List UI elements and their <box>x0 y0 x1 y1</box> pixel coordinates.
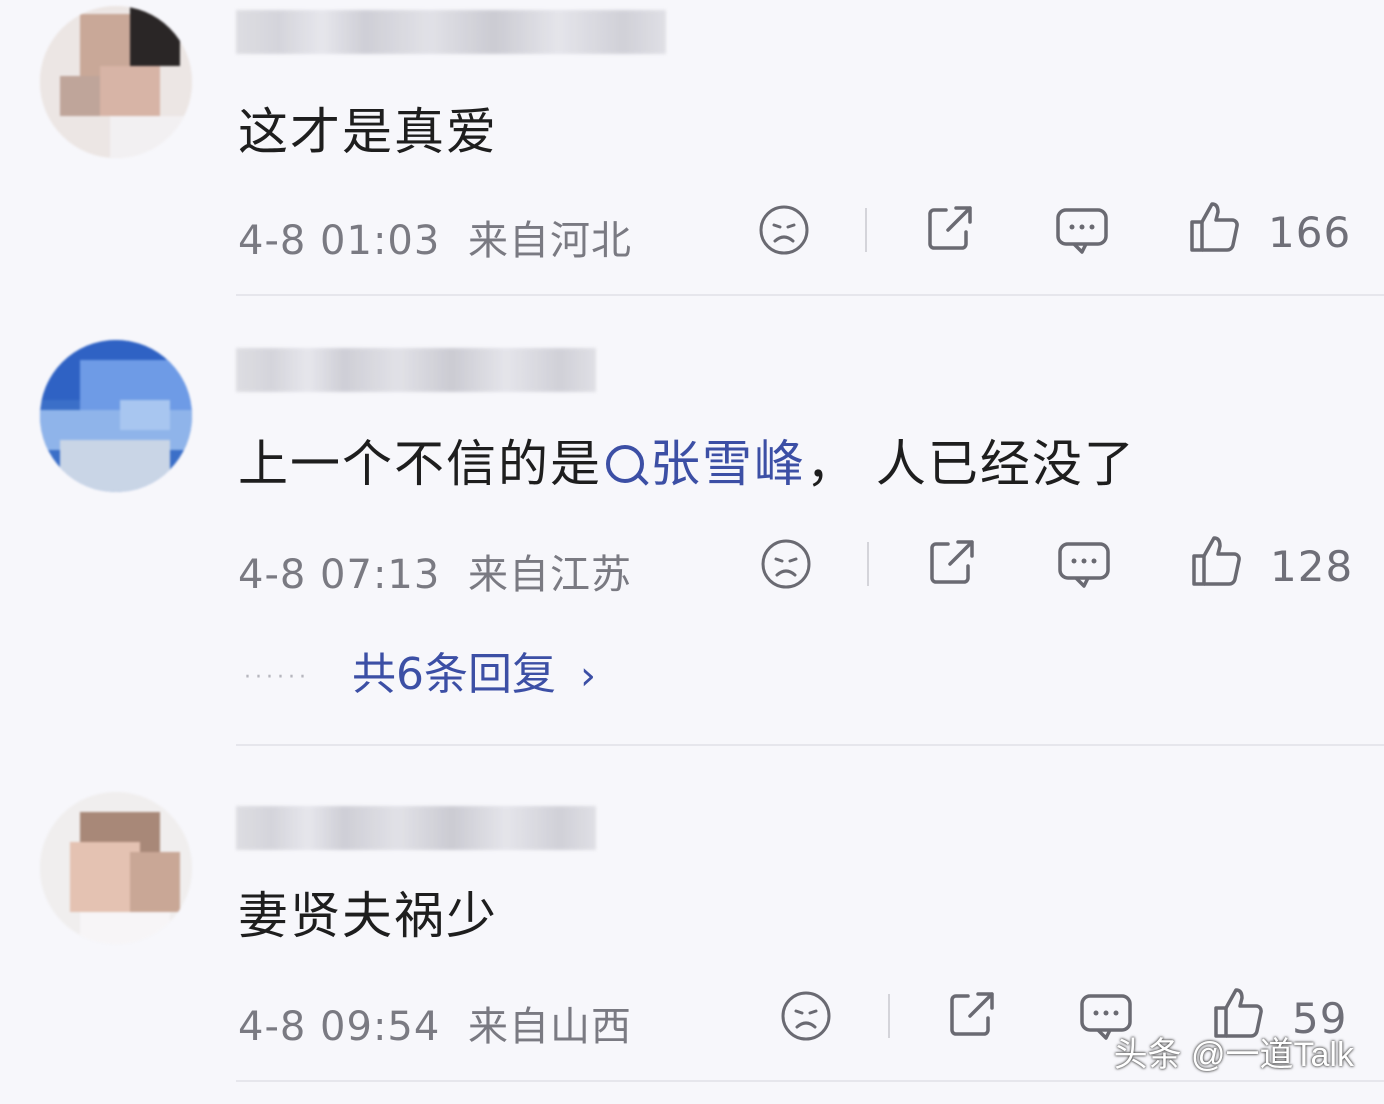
comment-meta: 4-8 09:54 来自山西 <box>238 994 632 1052</box>
comment-bubble-icon[interactable] <box>1056 536 1112 592</box>
sad-face-icon[interactable] <box>778 988 834 1044</box>
share-icon[interactable] <box>944 986 1000 1042</box>
comment-meta: 4-8 07:13 来自江苏 <box>238 542 632 600</box>
replies-label: 共6条回复 <box>351 649 556 700</box>
thumbs-up-icon[interactable] <box>1186 198 1242 254</box>
comment-text-suffix: ， 人已经没了 <box>806 435 1136 493</box>
comment-divider <box>236 1080 1384 1082</box>
comment-meta: 4-8 01:03 来自河北 <box>238 208 632 266</box>
comment-text-prefix: 上一个不信的是 <box>238 435 602 493</box>
avatar[interactable] <box>40 340 192 492</box>
replies-dots: ······ <box>244 664 310 690</box>
watermark: 头条 @一道Talk <box>1113 1036 1354 1074</box>
comment-divider <box>236 744 1384 746</box>
username-blurred[interactable] <box>236 10 666 54</box>
comment-text: 这才是真爱 <box>238 103 498 161</box>
username-blurred[interactable] <box>236 806 596 850</box>
divider <box>865 208 867 252</box>
share-icon[interactable] <box>924 534 980 590</box>
like-count: 128 <box>1270 542 1354 591</box>
comment-divider <box>236 294 1384 296</box>
sad-face-icon[interactable] <box>758 536 814 592</box>
topic-link[interactable]: 张雪峰 <box>650 435 806 493</box>
divider <box>888 994 890 1038</box>
divider <box>867 542 869 586</box>
comment-text: 上一个不信的是 张雪峰， 人已经没了 <box>238 424 1136 496</box>
comment-location: 来自河北 <box>468 218 633 264</box>
comment-location: 来自山西 <box>468 1004 633 1050</box>
avatar[interactable] <box>40 792 192 944</box>
comment-time: 4-8 09:54 <box>238 1004 441 1050</box>
comment-bubble-icon[interactable] <box>1054 202 1110 258</box>
avatar[interactable] <box>40 6 192 158</box>
like-count: 166 <box>1268 208 1352 257</box>
chevron-right-icon: › <box>579 653 596 699</box>
username-blurred[interactable] <box>236 348 596 392</box>
comment-time: 4-8 07:13 <box>238 552 441 598</box>
view-replies-link[interactable]: ······ 共6条回复 › <box>244 638 596 702</box>
sad-face-icon[interactable] <box>756 202 812 258</box>
search-icon <box>606 445 644 483</box>
thumbs-up-icon[interactable] <box>1188 532 1244 588</box>
share-icon[interactable] <box>922 200 978 256</box>
comment-time: 4-8 01:03 <box>238 218 441 264</box>
comment-location: 来自江苏 <box>468 552 633 598</box>
comment-text: 妻贤夫祸少 <box>238 887 498 945</box>
